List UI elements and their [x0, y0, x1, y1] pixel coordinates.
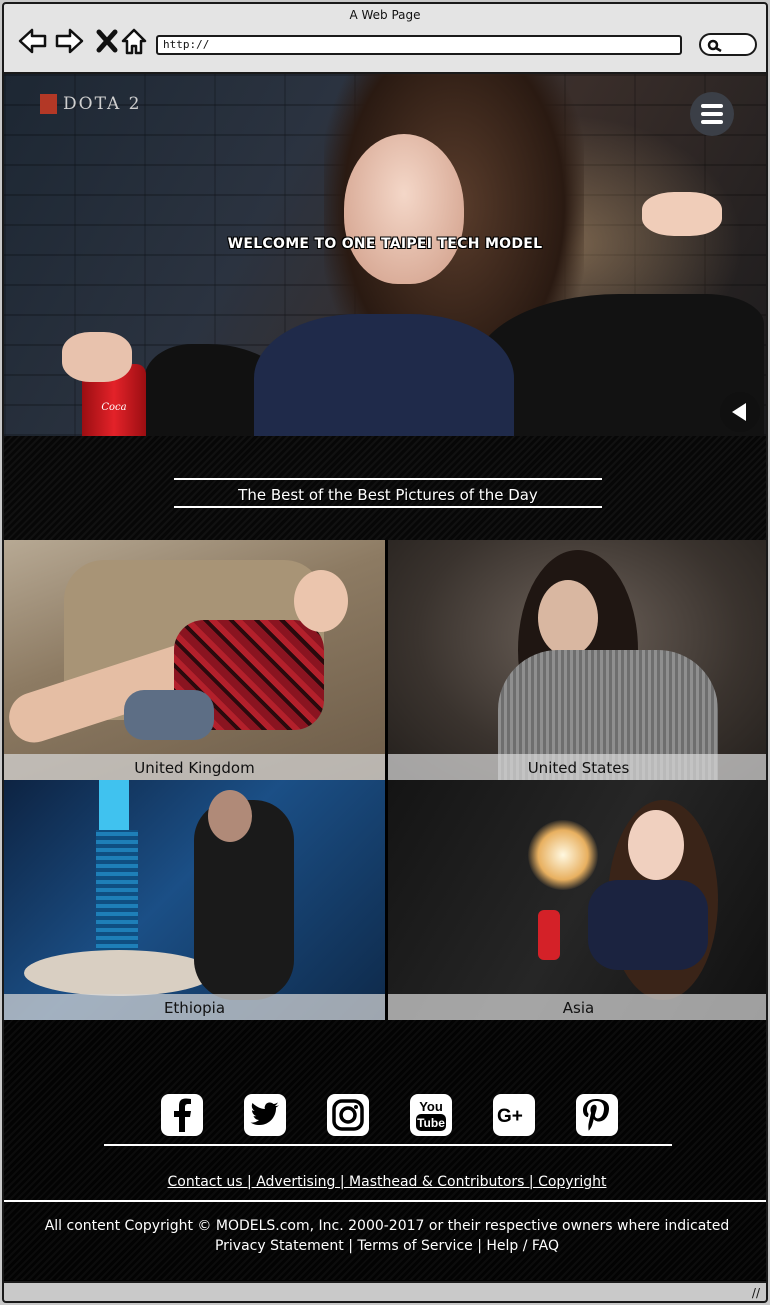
carousel-prev-button[interactable]: [720, 392, 760, 432]
hamburger-menu-button[interactable]: [690, 92, 734, 136]
close-icon[interactable]: [92, 26, 122, 56]
site-footer: You Tube G+ Contact us | Advertising | Ma…: [4, 1020, 766, 1280]
instagram-icon[interactable]: [327, 1094, 369, 1136]
gallery-tile[interactable]: United Kingdom: [4, 540, 385, 780]
svg-text:G+: G+: [497, 1106, 523, 1126]
svg-text:Tube: Tube: [417, 1116, 445, 1130]
legal-links[interactable]: Privacy Statement | Terms of Service | H…: [4, 1236, 766, 1256]
home-icon[interactable]: [119, 26, 149, 56]
facebook-icon[interactable]: [161, 1094, 203, 1136]
footer-divider: [4, 1200, 766, 1202]
back-icon[interactable]: [18, 26, 48, 56]
forward-icon[interactable]: [54, 26, 84, 56]
resize-grip-icon[interactable]: //: [752, 1286, 760, 1300]
gallery-tile[interactable]: Asia: [388, 780, 766, 1020]
search-icon: [707, 39, 722, 53]
dota-logo-icon: [40, 94, 57, 114]
twitter-icon[interactable]: [244, 1094, 286, 1136]
menu-icon: [701, 104, 723, 108]
youtube-icon[interactable]: You Tube: [410, 1094, 452, 1136]
pinterest-icon[interactable]: [576, 1094, 618, 1136]
logo-text: DOTA 2: [63, 94, 142, 114]
browser-toolbar: A Web Page http://: [4, 4, 766, 74]
hero-banner: Coca DOTA 2 WELCOME TO ONE TAIPEI TECH M…: [4, 74, 766, 436]
photo-gallery: United Kingdom United States Ethiopia As…: [4, 540, 766, 1020]
tile-caption: Asia: [388, 994, 766, 1020]
address-bar[interactable]: http://: [156, 35, 682, 55]
divider: [174, 478, 602, 480]
section-headline: The Best of the Best Pictures of the Day: [238, 486, 538, 504]
copyright-line: All content Copyright © MODELS.com, Inc.…: [44, 1218, 730, 1234]
welcome-heading: WELCOME TO ONE TAIPEI TECH MODEL: [227, 236, 543, 252]
footer-divider: [104, 1144, 672, 1146]
svg-text:You: You: [419, 1099, 443, 1114]
gallery-tile[interactable]: United States: [388, 540, 766, 780]
search-field[interactable]: [699, 33, 757, 56]
browser-window: A Web Page http:// Coca DOTA 2 WELCOME T…: [2, 2, 768, 1303]
copyright-text: All content Copyright © MODELS.com, Inc.…: [4, 1216, 766, 1256]
gallery-tile[interactable]: Ethiopia: [4, 780, 385, 1020]
divider: [174, 506, 602, 508]
tile-caption: United States: [388, 754, 766, 780]
social-links: You Tube G+: [161, 1094, 618, 1136]
tile-caption: Ethiopia: [4, 994, 385, 1020]
tile-caption: United Kingdom: [4, 754, 385, 780]
status-bar: //: [4, 1281, 766, 1301]
window-title: A Web Page: [349, 8, 421, 22]
site-logo[interactable]: DOTA 2: [40, 94, 141, 114]
footer-links[interactable]: Contact us | Advertising | Masthead & Co…: [4, 1174, 766, 1190]
google-plus-icon[interactable]: G+: [493, 1094, 535, 1136]
headline-section: The Best of the Best Pictures of the Day: [4, 436, 766, 540]
